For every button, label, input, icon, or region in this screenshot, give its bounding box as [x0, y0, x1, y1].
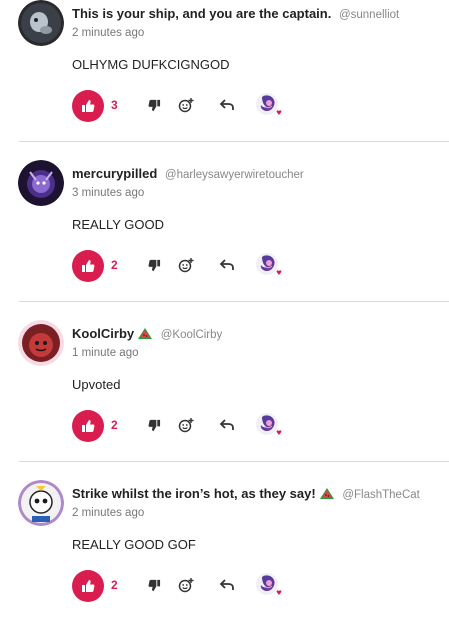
author-name[interactable]: This is your ship, and you are the capta…	[72, 6, 331, 21]
timestamp: 2 minutes ago	[72, 27, 145, 39]
upvote-count: 2	[111, 418, 118, 432]
add-reaction-button[interactable]	[177, 416, 195, 434]
upvote-count: 2	[111, 258, 118, 272]
author-handle[interactable]: @sunnelliot	[339, 9, 399, 21]
reaction-sticker-icon	[256, 573, 282, 595]
comment-item: Strike whilst the iron’s hot, as they sa…	[0, 480, 449, 640]
reply-button[interactable]	[218, 576, 236, 594]
upvote-count: 2	[111, 578, 118, 592]
add-reaction-icon	[178, 98, 194, 113]
reply-icon	[220, 99, 234, 110]
upvote-count: 3	[111, 98, 118, 112]
timestamp: 3 minutes ago	[72, 187, 145, 199]
author-name[interactable]: mercurypilled	[72, 166, 157, 181]
comment-item: This is your ship, and you are the capta…	[0, 0, 449, 160]
add-reaction-icon	[178, 578, 194, 593]
reply-button[interactable]	[218, 256, 236, 274]
upvote-button[interactable]	[72, 410, 104, 442]
divider	[19, 301, 449, 302]
add-reaction-button[interactable]	[177, 96, 195, 114]
comment-actions: 3	[72, 90, 292, 124]
add-reaction-icon	[178, 418, 194, 433]
thumbs-up-icon	[82, 420, 95, 432]
reaction-sticker[interactable]	[254, 410, 284, 440]
add-reaction-button[interactable]	[177, 256, 195, 274]
thumbs-down-icon	[148, 579, 160, 591]
avatar[interactable]	[18, 0, 64, 46]
thumbs-down-icon	[148, 99, 160, 111]
avatar[interactable]	[18, 480, 64, 526]
reply-icon	[220, 259, 234, 270]
avatar[interactable]	[18, 320, 64, 366]
timestamp: 2 minutes ago	[72, 507, 145, 519]
comment-actions: 2	[72, 570, 292, 604]
add-reaction-button[interactable]	[177, 576, 195, 594]
upvote-button[interactable]	[72, 570, 104, 602]
reply-icon	[220, 579, 234, 590]
comment-item: KoolCirby @KoolCirby 1 minute ago Upvote…	[0, 320, 449, 480]
thumbs-down-icon	[148, 419, 160, 431]
author-handle[interactable]: @FlashTheCat	[342, 489, 420, 501]
downvote-button[interactable]	[145, 96, 163, 114]
upvote-button[interactable]	[72, 90, 104, 122]
reaction-sticker-icon	[256, 253, 282, 275]
thumbs-down-icon	[148, 259, 160, 271]
thumbs-up-icon	[82, 580, 95, 592]
comment-text: Upvoted	[72, 377, 121, 392]
avatar[interactable]	[18, 160, 64, 206]
thumbs-up-icon	[82, 100, 95, 112]
reaction-sticker-icon	[256, 93, 282, 115]
reply-button[interactable]	[218, 416, 236, 434]
reaction-sticker[interactable]	[254, 570, 284, 600]
author-handle[interactable]: @harleysawyerwiretoucher	[165, 169, 304, 181]
comment-text: OLHYMG DUFKCIGNGOD	[72, 57, 230, 72]
watermelon-icon	[319, 488, 334, 499]
timestamp: 1 minute ago	[72, 347, 139, 359]
divider	[19, 461, 449, 462]
upvote-button[interactable]	[72, 250, 104, 282]
watermelon-icon	[138, 328, 153, 339]
divider	[19, 141, 449, 142]
author-handle[interactable]: @KoolCirby	[161, 329, 223, 341]
add-reaction-icon	[178, 258, 194, 273]
downvote-button[interactable]	[145, 416, 163, 434]
downvote-button[interactable]	[145, 576, 163, 594]
comment-actions: 2	[72, 250, 292, 284]
reaction-sticker-icon	[256, 413, 282, 435]
reaction-sticker[interactable]	[254, 90, 284, 120]
author-name[interactable]: KoolCirby	[72, 326, 134, 341]
comment-text: REALLY GOOD GOF	[72, 537, 196, 552]
comment-actions: 2	[72, 410, 292, 444]
comment-text: REALLY GOOD	[72, 217, 164, 232]
reaction-sticker[interactable]	[254, 250, 284, 280]
reply-button[interactable]	[218, 96, 236, 114]
comment-item: mercurypilled @harleysawyerwiretoucher 3…	[0, 160, 449, 320]
thumbs-up-icon	[82, 260, 95, 272]
downvote-button[interactable]	[145, 256, 163, 274]
author-name[interactable]: Strike whilst the iron’s hot, as they sa…	[72, 486, 316, 501]
reply-icon	[220, 419, 234, 430]
